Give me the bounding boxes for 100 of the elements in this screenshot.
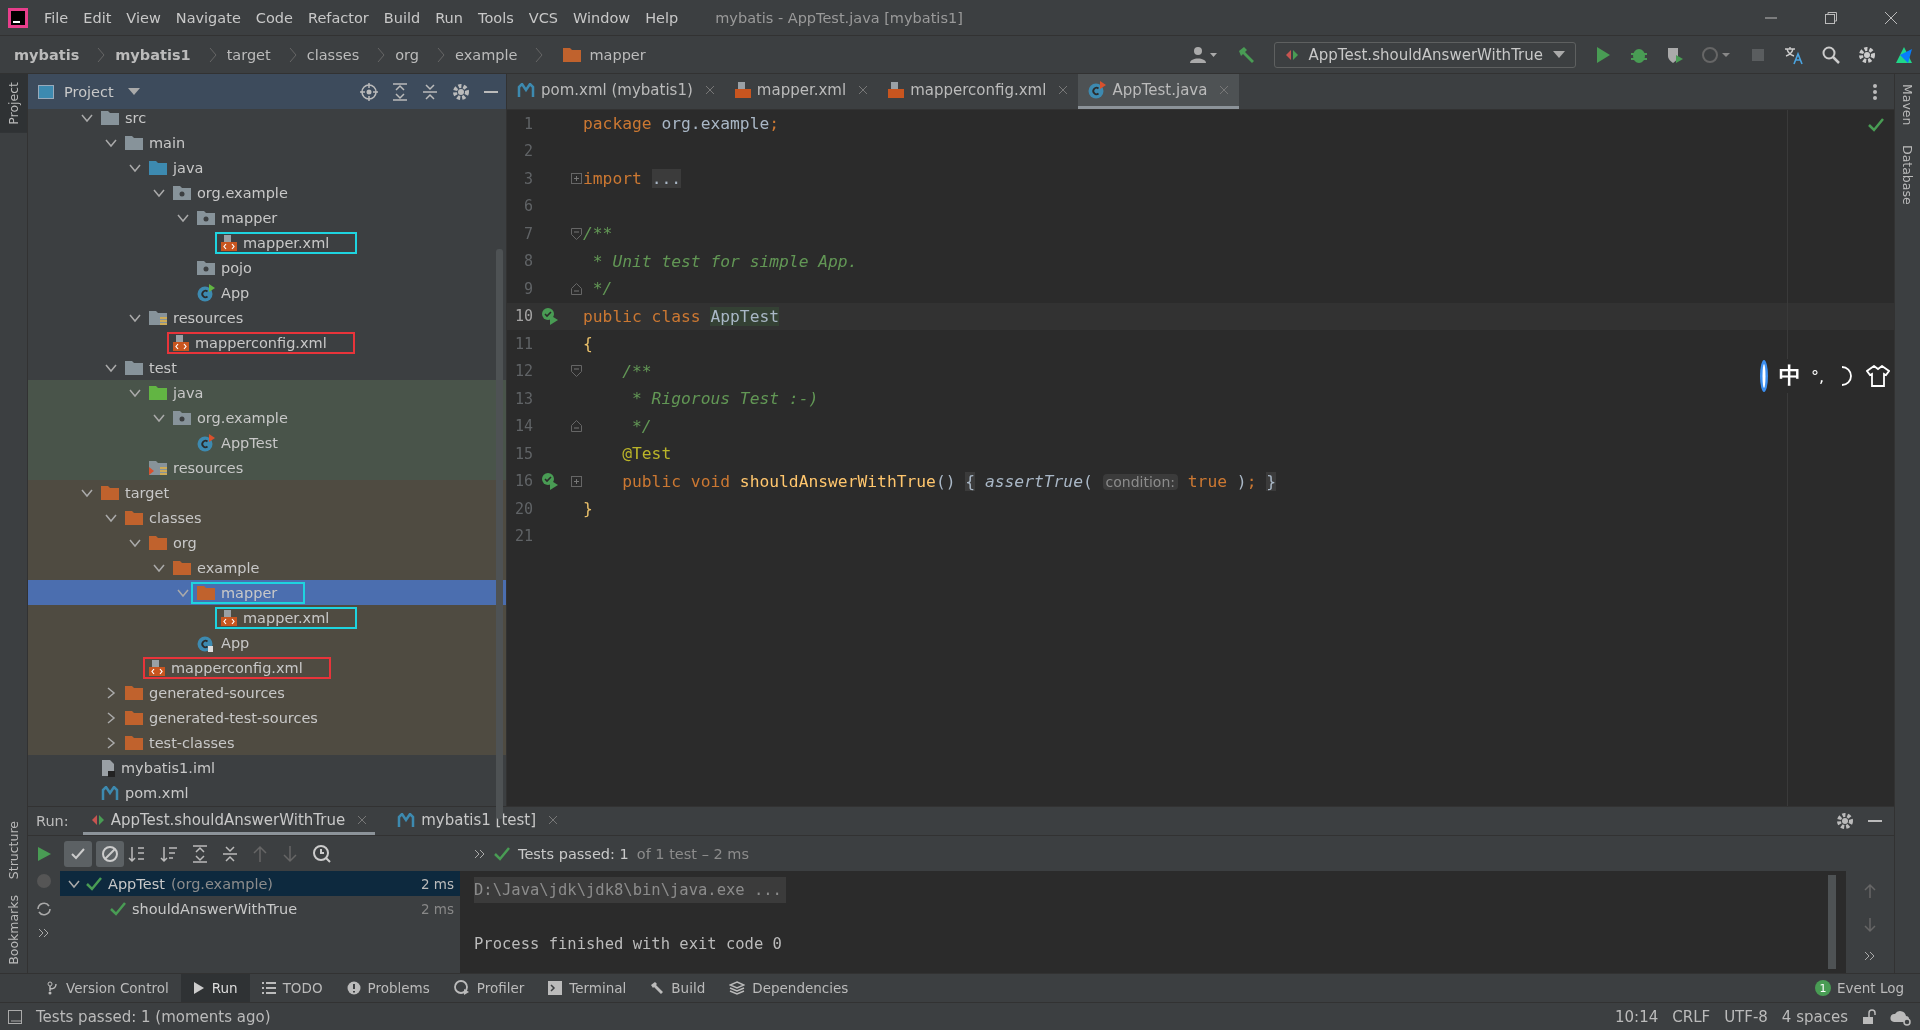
tree-row[interactable]: App (28, 630, 506, 655)
profiler-icon[interactable] (1702, 45, 1732, 64)
tree-row[interactable]: AppTest (28, 430, 506, 455)
close-icon[interactable] (357, 814, 368, 825)
tool-window-tab[interactable]: Profiler (441, 974, 537, 1002)
clock-icon[interactable] (312, 843, 332, 864)
indent-setting[interactable]: 4 spaces (1781, 1007, 1848, 1026)
tree-row[interactable]: java (28, 155, 506, 180)
test-row[interactable]: shouldAnswerWithTrue 2 ms (60, 896, 460, 921)
translate-icon[interactable] (1784, 44, 1804, 65)
check-icon[interactable] (1868, 118, 1884, 132)
tree-row[interactable]: mapperconfig.xml (28, 330, 506, 355)
tree-item-label[interactable]: test-classes (149, 734, 235, 751)
bookmarks-tool-tab[interactable]: Bookmarks (6, 887, 21, 973)
tree-item-label[interactable]: App (221, 634, 250, 651)
tree-row[interactable]: mapper.xml (28, 605, 506, 630)
menu-item[interactable]: Navigate (175, 9, 241, 26)
editor-tab[interactable]: pom.xml (mybatis1) (507, 74, 725, 109)
chevron-icon[interactable] (105, 711, 117, 724)
tree-item-label[interactable]: example (197, 559, 260, 576)
tree-item-label[interactable]: App (221, 284, 250, 301)
tree-item-label[interactable]: test (149, 359, 177, 376)
tree-item-label[interactable]: generated-sources (149, 684, 285, 701)
line-ending[interactable]: CRLF (1672, 1007, 1711, 1026)
dropdown-caret-icon[interactable] (127, 87, 140, 96)
database-tool-tab[interactable]: Database (1900, 135, 1915, 216)
tree-row[interactable]: org (28, 530, 506, 555)
tree-item-label[interactable]: mapperconfig.xml (171, 659, 303, 676)
sort-alpha-icon[interactable] (128, 844, 146, 863)
breadcrumb[interactable]: example (455, 46, 518, 63)
settings-icon[interactable] (452, 82, 470, 101)
expand-fold-icon[interactable] (570, 475, 582, 487)
more-icon[interactable] (1864, 951, 1876, 961)
tree-item-label[interactable]: mapperconfig.xml (195, 334, 327, 351)
project-tool-tab[interactable]: Project (0, 74, 27, 133)
close-icon[interactable] (1884, 10, 1898, 25)
menu-item[interactable]: View (126, 9, 161, 26)
locate-icon[interactable] (360, 82, 378, 101)
tree-row[interactable]: main (28, 130, 506, 155)
panel-toggle-icon[interactable] (8, 1009, 22, 1024)
more-icon[interactable] (38, 928, 50, 938)
tool-window-tab[interactable]: Problems (334, 974, 442, 1002)
tree-row[interactable]: pom.xml (28, 780, 506, 805)
tree-item-label[interactable]: src (125, 109, 147, 126)
rerun-icon[interactable] (36, 846, 52, 862)
tree-row[interactable]: pojo (28, 255, 506, 280)
collapse-all-icon[interactable] (422, 82, 438, 101)
tree-row[interactable]: target (28, 480, 506, 505)
run-icon[interactable] (1594, 45, 1612, 64)
menu-item[interactable]: Help (645, 9, 679, 26)
tree-item-label[interactable]: classes (149, 509, 202, 526)
panel-title[interactable]: Project (64, 83, 114, 100)
show-passed-toggle-icon[interactable] (64, 840, 92, 867)
tree-row[interactable]: mapper (28, 205, 506, 230)
editor-tab[interactable]: AppTest.java (1078, 74, 1240, 109)
menu-item[interactable]: Edit (83, 9, 112, 26)
breadcrumb[interactable]: mybatis (14, 46, 80, 63)
tree-row[interactable]: App (28, 280, 506, 305)
close-icon[interactable] (704, 85, 715, 95)
fold-icon[interactable] (570, 365, 582, 378)
file-encoding[interactable]: UTF-8 (1724, 1007, 1768, 1026)
caret-position[interactable]: 10:14 (1615, 1007, 1659, 1026)
event-log-link[interactable]: Event Log (1836, 980, 1904, 996)
menu-item[interactable]: Tools (478, 9, 514, 26)
run-test-icon[interactable] (541, 472, 559, 491)
close-icon[interactable] (1058, 85, 1069, 95)
menu-item[interactable]: Run (435, 9, 463, 26)
tree-item-label[interactable]: mapper.xml (243, 234, 330, 251)
tree-row[interactable]: example (28, 555, 506, 580)
fold-icon[interactable] (570, 227, 582, 240)
chevron-icon[interactable] (105, 686, 117, 699)
menu-item[interactable]: VCS (528, 9, 558, 26)
tree-row[interactable]: mapper (28, 580, 506, 605)
tree-row[interactable]: mybatis1.iml (28, 755, 506, 780)
menu-item[interactable]: Refactor (307, 9, 369, 26)
tree-item-label[interactable]: java (173, 159, 204, 176)
tree-item-label[interactable]: pom.xml (125, 784, 189, 801)
fold-end-icon[interactable] (570, 420, 582, 433)
menu-item[interactable]: Build (383, 9, 421, 26)
tree-row[interactable]: resources (28, 305, 506, 330)
sort-duration-icon[interactable] (160, 844, 178, 863)
breadcrumb[interactable]: org (395, 46, 419, 63)
close-icon[interactable] (858, 85, 869, 95)
more-icon[interactable] (474, 848, 486, 859)
tree-item-label[interactable]: mybatis1.iml (121, 759, 216, 776)
search-icon[interactable] (1822, 45, 1840, 64)
tree-item-label[interactable]: pojo (221, 259, 252, 276)
tree-item-label[interactable]: resources (173, 459, 244, 476)
tree-item-label[interactable]: main (149, 134, 186, 151)
settings-icon[interactable] (1858, 45, 1876, 64)
tool-window-tab[interactable]: Run (180, 974, 250, 1002)
tree-row[interactable]: mapperconfig.xml (28, 655, 506, 680)
editor-tab[interactable]: mapperconfig.xml (878, 74, 1079, 109)
breadcrumb[interactable]: mapper (589, 46, 646, 63)
tree-row[interactable]: org.example (28, 180, 506, 205)
chevron-icon[interactable] (105, 736, 117, 749)
menu-item[interactable]: Code (255, 9, 293, 26)
tool-window-tab[interactable]: Build (638, 974, 718, 1002)
tree-row[interactable]: test-classes (28, 730, 506, 755)
tree-row[interactable]: java (28, 380, 506, 405)
